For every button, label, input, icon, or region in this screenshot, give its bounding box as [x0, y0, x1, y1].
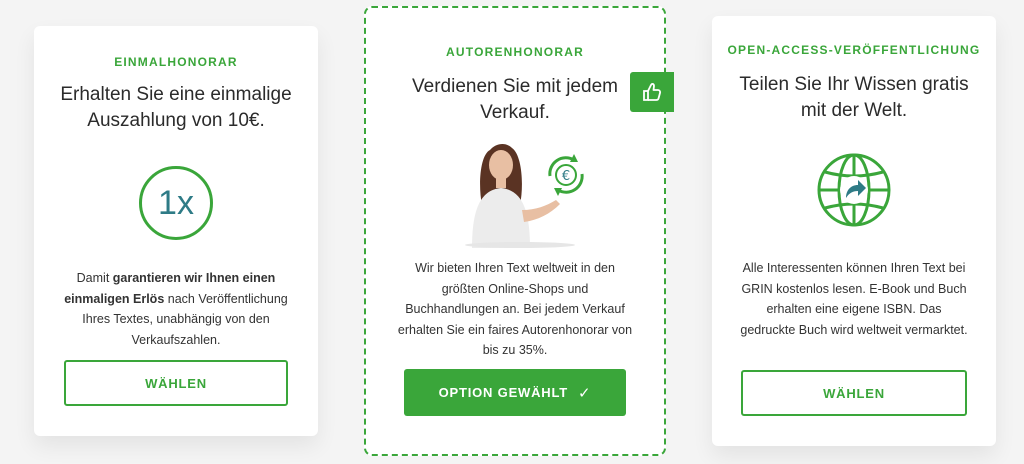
headline-line: Erhalten Sie eine einmalige	[60, 84, 292, 105]
card-description: Alle Interessenten können Ihren Text bei…	[740, 261, 968, 337]
headline-line: mit der Welt.	[800, 100, 908, 121]
option-selected-button[interactable]: OPTION GEWÄHLT ✓	[404, 369, 626, 416]
card-headline: Verdienen Sie mit jedem Verkauf.	[386, 74, 644, 126]
card-headline: Teilen Sie Ihr Wissen gratis mit der Wel…	[732, 72, 976, 124]
choose-button-open-access[interactable]: WÄHLEN	[741, 370, 967, 416]
option-card-open-access: OPEN-ACCESS-VERÖFFENTLICHUNG Teilen Sie …	[712, 16, 996, 446]
card-eyebrow: AUTORENHONORAR	[446, 45, 584, 59]
card-description: Damit garantieren wir Ihnen einen einmal…	[62, 268, 290, 350]
globe-share-icon	[817, 153, 891, 227]
button-label: WÄHLEN	[823, 385, 885, 401]
option-card-einmalhonorar: EINMALHONORAR Erhalten Sie eine einmalig…	[34, 26, 318, 436]
button-label: OPTION GEWÄHLT	[438, 385, 569, 400]
euro-cycle-icon: €	[548, 154, 584, 196]
desc-text: Damit	[76, 271, 113, 285]
option-card-autorenhonorar: AUTORENHONORAR Verdienen Sie mit jedem V…	[364, 6, 666, 456]
woman-euro-illustration: €	[465, 144, 584, 248]
card-description: Wir bieten Ihren Text weltweit in den gr…	[397, 261, 633, 357]
check-icon: ✓	[578, 384, 592, 402]
headline-line: Verkauf.	[480, 102, 550, 123]
svg-text:€: €	[562, 169, 570, 184]
headline-line: Verdienen Sie mit jedem	[412, 76, 618, 97]
card-eyebrow: OPEN-ACCESS-VERÖFFENTLICHUNG	[727, 43, 981, 57]
headline-line: Auszahlung von 10€.	[87, 110, 265, 131]
card-eyebrow: EINMALHONORAR	[114, 55, 238, 69]
card-headline: Erhalten Sie eine einmalige Auszahlung v…	[54, 82, 298, 134]
button-label: WÄHLEN	[145, 375, 207, 391]
headline-line: Teilen Sie Ihr Wissen gratis	[739, 74, 969, 95]
selected-badge	[630, 72, 674, 112]
choose-button-einmalhonorar[interactable]: WÄHLEN	[64, 360, 288, 406]
one-time-ring-icon: 1x	[139, 166, 213, 240]
thumbs-up-icon	[643, 83, 662, 101]
ring-text: 1x	[158, 183, 194, 222]
